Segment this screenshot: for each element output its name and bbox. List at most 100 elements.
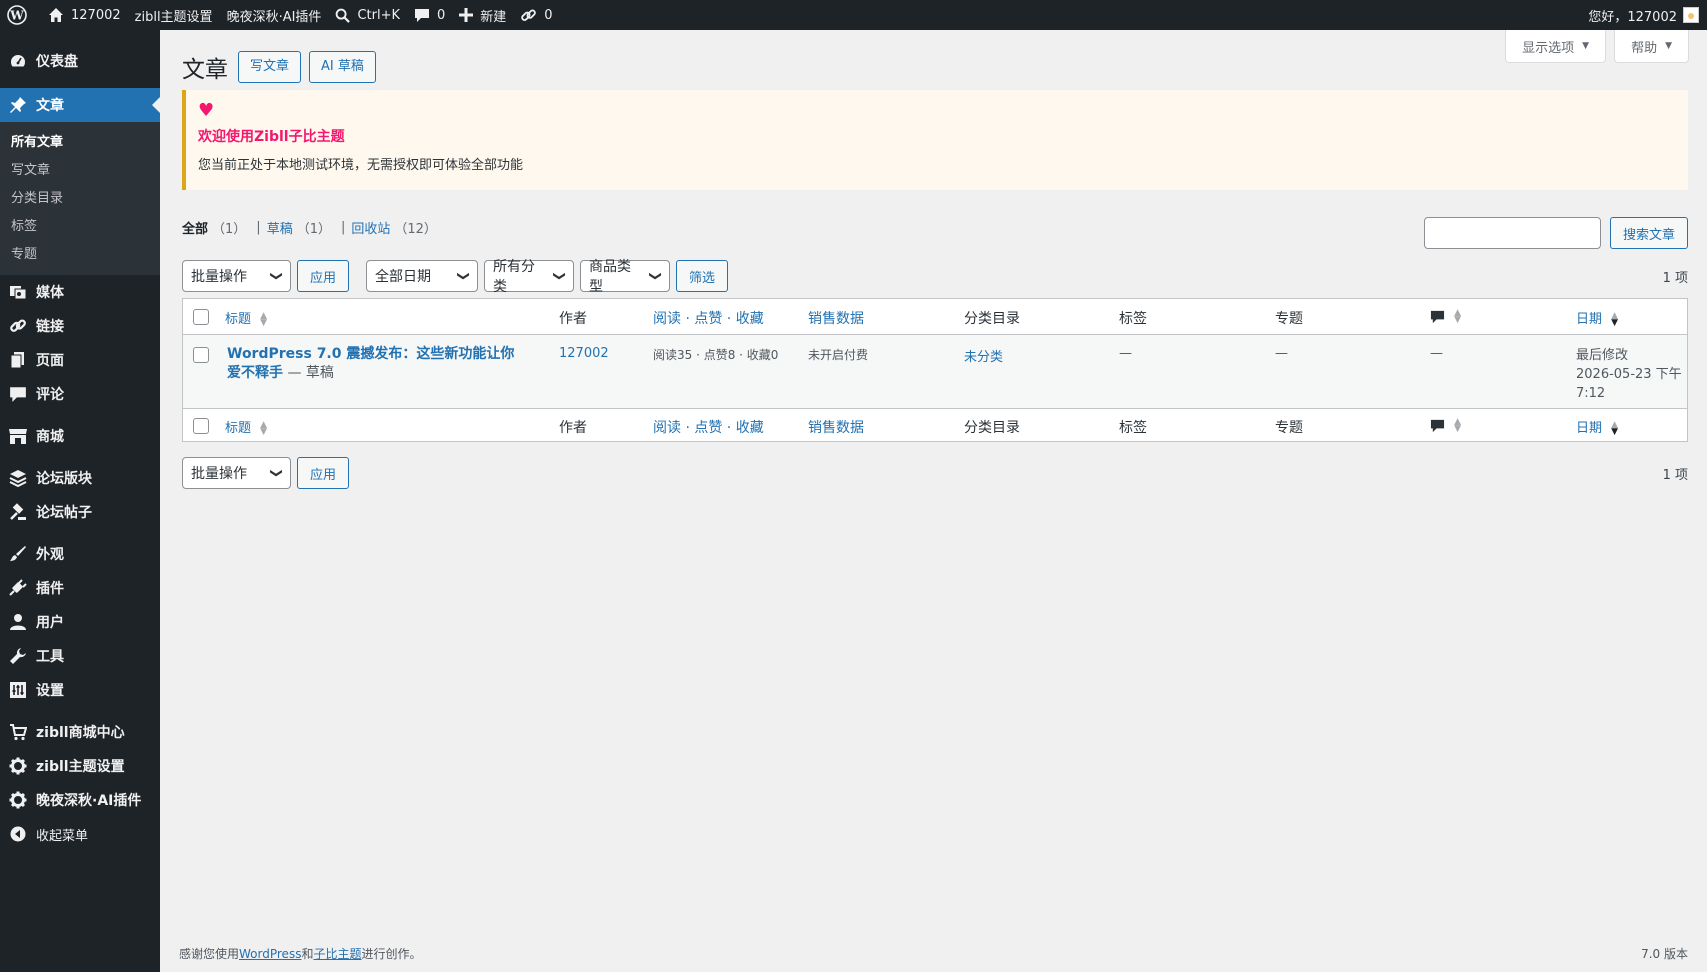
menu-settings[interactable]: 设置 — [0, 673, 160, 707]
site-name-link[interactable]: 127002 — [41, 0, 128, 30]
cart-icon — [8, 722, 28, 742]
column-author-footer: 作者 — [559, 420, 587, 436]
menu-plugins[interactable]: 插件 — [0, 571, 160, 605]
footer-wordpress-link[interactable]: WordPress — [239, 947, 301, 961]
chevron-down-icon: ❯ — [269, 467, 284, 479]
search-posts-button[interactable]: 搜索文章 — [1609, 217, 1688, 249]
submenu-add-post[interactable]: 写文章 — [0, 157, 160, 185]
menu-media[interactable]: 媒体 — [0, 275, 160, 309]
column-comments-footer[interactable]: ▲ ▼ — [1430, 417, 1461, 433]
product-type-select[interactable]: 商品类型 ❯ — [580, 259, 671, 295]
add-new-post-button[interactable]: 写文章 — [238, 51, 302, 83]
menu-plugins-label: 插件 — [36, 581, 64, 597]
apply-button[interactable]: 应用 — [297, 260, 350, 292]
bulk-action-select[interactable]: 批量操作 ❯ — [182, 260, 291, 292]
menu-comments[interactable]: 评论 — [0, 377, 160, 411]
new-content-link[interactable]: 新建 — [452, 0, 513, 30]
column-title-header[interactable]: 标题 ▲ ▼ — [225, 308, 267, 327]
comment-icon — [415, 9, 429, 22]
post-category-link[interactable]: 未分类 — [964, 346, 1003, 365]
submenu-topics[interactable]: 专题 — [0, 241, 160, 269]
search-input[interactable] — [1423, 217, 1601, 249]
menu-dashboard[interactable]: 仪表盘 — [0, 44, 160, 78]
view-all-link[interactable]: 全部 — [182, 218, 208, 237]
admin-footer: 感谢您使用WordPress和子比主题进行创作。 7.0 版本 — [179, 945, 1688, 962]
post-search-box: 搜索文章 — [1423, 217, 1688, 249]
menu-users[interactable]: 用户 — [0, 605, 160, 639]
screen-options-button[interactable]: 显示选项 ▼ — [1505, 30, 1607, 63]
view-draft-count: （1） — [296, 222, 331, 237]
plus-icon — [459, 8, 474, 22]
column-author-header: 作者 — [559, 311, 587, 327]
submenu-all-posts[interactable]: 所有文章 — [0, 129, 160, 157]
menu-zibll-shop-center[interactable]: zibll商城中心 — [0, 715, 160, 749]
help-label: 帮助 — [1631, 40, 1658, 56]
menu-links[interactable]: 链接 — [0, 309, 160, 343]
wordpress-logo-icon[interactable]: W — [0, 0, 41, 30]
column-date-footer[interactable]: 日期 ▲ ▼ — [1576, 417, 1618, 436]
post-title-link[interactable]: WordPress 7.0 震撼发布：这些新功能让你爱不释手 — [227, 346, 514, 381]
submenu-categories[interactable]: 分类目录 — [0, 185, 160, 213]
menu-forum-boards[interactable]: 论坛版块 — [0, 461, 160, 495]
column-comments-header[interactable]: ▲ ▼ — [1430, 308, 1461, 324]
home-icon — [49, 8, 63, 22]
pushpin-icon — [8, 95, 28, 115]
menu-zibll-theme-settings[interactable]: zibll主题设置 — [0, 749, 160, 783]
post-comments: — — [1430, 346, 1443, 361]
column-date-header[interactable]: 日期 ▲ ▼ — [1576, 308, 1618, 327]
column-sales-footer[interactable]: 销售数据 — [808, 417, 864, 437]
menu-appearance-label: 外观 — [36, 547, 64, 563]
posts-table: 标题 ▲ ▼ 作者 阅读 · 点赞 · 收藏 销售数据 分类目录 标签 专题 ▲ ▼… — [182, 298, 1688, 442]
account-menu[interactable]: 您好，127002 — [1581, 0, 1699, 30]
menu-pages[interactable]: 页面 — [0, 343, 160, 377]
view-trash-link[interactable]: 回收站 — [351, 218, 390, 237]
date-filter-select[interactable]: 全部日期 ❯ — [366, 260, 479, 292]
column-topics-header: 专题 — [1275, 311, 1303, 327]
date-filter-label: 全部日期 — [375, 269, 432, 285]
collapse-arrow-icon — [8, 824, 28, 844]
collapse-menu-button[interactable]: 收起菜单 — [0, 817, 160, 851]
menu-ai-plugin[interactable]: 晚夜深秋·AI插件 — [0, 783, 160, 817]
caret-down-icon: ▼ — [1582, 41, 1590, 51]
links-link[interactable]: 0 — [513, 0, 559, 30]
user-icon — [8, 612, 28, 632]
ai-draft-button[interactable]: AI 草稿 — [309, 51, 376, 83]
ai-plugin-link[interactable]: 晚夜深秋·AI插件 — [220, 0, 329, 30]
column-categories-header: 分类目录 — [964, 311, 1020, 327]
filter-button[interactable]: 筛选 — [676, 260, 729, 292]
menu-forum-posts[interactable]: 论坛帖子 — [0, 495, 160, 529]
svg-text:W: W — [9, 9, 24, 23]
menu-shop[interactable]: 商城 — [0, 419, 160, 453]
footer-thanks-prefix: 感谢您使用 — [179, 947, 240, 961]
theme-settings-link[interactable]: zibll主题设置 — [128, 0, 220, 30]
column-stats-footer[interactable]: 阅读 · 点赞 · 收藏 — [653, 417, 764, 437]
column-title-label: 标题 — [225, 421, 252, 436]
post-author-link[interactable]: 127002 — [559, 346, 609, 361]
post-topics: — — [1275, 346, 1288, 361]
menu-appearance[interactable]: 外观 — [0, 537, 160, 571]
submenu-tags[interactable]: 标签 — [0, 213, 160, 241]
sort-desc-icon: ▲ ▼ — [1611, 310, 1619, 328]
column-date-label: 日期 — [1576, 312, 1603, 327]
menu-tools[interactable]: 工具 — [0, 639, 160, 673]
column-title-footer[interactable]: 标题 ▲ ▼ — [225, 417, 267, 436]
column-stats-header[interactable]: 阅读 · 点赞 · 收藏 — [653, 308, 764, 328]
row-checkbox[interactable] — [193, 347, 209, 363]
view-draft-link[interactable]: 草稿 — [267, 218, 293, 237]
menu-links-label: 链接 — [36, 319, 64, 335]
apply-button-bottom[interactable]: 应用 — [297, 457, 350, 489]
select-all-checkbox[interactable] — [193, 309, 209, 325]
help-button[interactable]: 帮助 ▼ — [1614, 30, 1689, 63]
comments-link[interactable]: 0 — [407, 0, 452, 30]
search-shortcut-button[interactable]: Ctrl+K — [328, 0, 407, 30]
bulk-action-select-bottom[interactable]: 批量操作 ❯ — [182, 457, 291, 489]
page-title: 文章 — [182, 57, 228, 83]
category-filter-select[interactable]: 所有分类 ❯ — [484, 259, 575, 295]
menu-posts[interactable]: 文章 — [0, 88, 160, 122]
paintbrush-icon — [8, 544, 28, 564]
column-sales-header[interactable]: 销售数据 — [808, 308, 864, 328]
select-all-checkbox-footer[interactable] — [193, 418, 209, 434]
layers-icon — [8, 468, 28, 488]
new-label: 新建 — [480, 9, 507, 25]
footer-theme-link[interactable]: 子比主题 — [313, 947, 361, 961]
